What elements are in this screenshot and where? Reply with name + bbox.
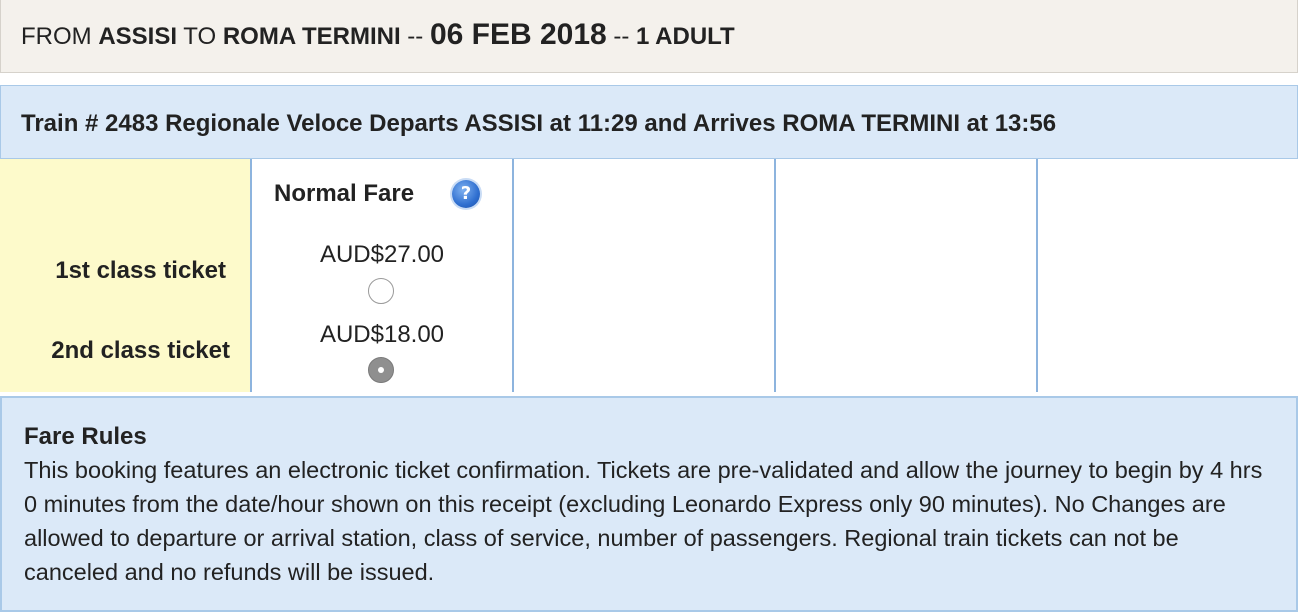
train-info-bar: Train # 2483 Regionale Veloce Departs AS… [0, 85, 1298, 159]
normal-fare-header: Normal Fare [274, 180, 415, 207]
origin-station: ASSISI [98, 23, 178, 50]
radio-selected-dot [378, 367, 384, 373]
separator: -- [613, 23, 630, 50]
second-class-label: 2nd class ticket [51, 337, 230, 364]
train-description: Train # 2483 Regionale Veloce Departs AS… [21, 110, 1057, 137]
fare-rules-title: Fare Rules [24, 423, 147, 450]
page-edge [1298, 0, 1308, 614]
fare-column-empty [774, 159, 1036, 392]
first-class-label: 1st class ticket [55, 257, 226, 284]
second-class-price: AUD$18.00 [319, 321, 445, 348]
fare-rules-text: This booking features an electronic tick… [24, 457, 1263, 585]
passenger-count: 1 ADULT [636, 23, 735, 50]
fare-column-empty [1036, 159, 1300, 392]
fare-rules-panel: Fare Rules This booking features an elec… [0, 396, 1298, 612]
fare-grid: 1st class ticket 2nd class ticket Normal… [0, 159, 1300, 392]
class-column: 1st class ticket 2nd class ticket [0, 159, 250, 392]
separator: -- [407, 23, 424, 50]
search-summary-header: FROM ASSISI TO ROMA TERMINI -- 06 FEB 20… [0, 0, 1298, 73]
first-class-radio[interactable] [368, 278, 394, 304]
destination-station: ROMA TERMINI [222, 23, 401, 50]
normal-fare-column: Normal Fare ? AUD$27.00 AUD$18.00 [250, 159, 512, 392]
search-summary: FROM ASSISI TO ROMA TERMINI -- 06 FEB 20… [21, 18, 735, 52]
first-class-price: AUD$27.00 [319, 241, 445, 268]
to-label: TO [183, 23, 217, 50]
from-label: FROM [21, 23, 92, 50]
help-icon[interactable]: ? [452, 180, 480, 208]
fare-selection-page: FROM ASSISI TO ROMA TERMINI -- 06 FEB 20… [0, 0, 1300, 614]
travel-date: 06 FEB 2018 [429, 18, 607, 51]
second-class-radio[interactable] [368, 357, 394, 383]
fare-column-empty [512, 159, 774, 392]
